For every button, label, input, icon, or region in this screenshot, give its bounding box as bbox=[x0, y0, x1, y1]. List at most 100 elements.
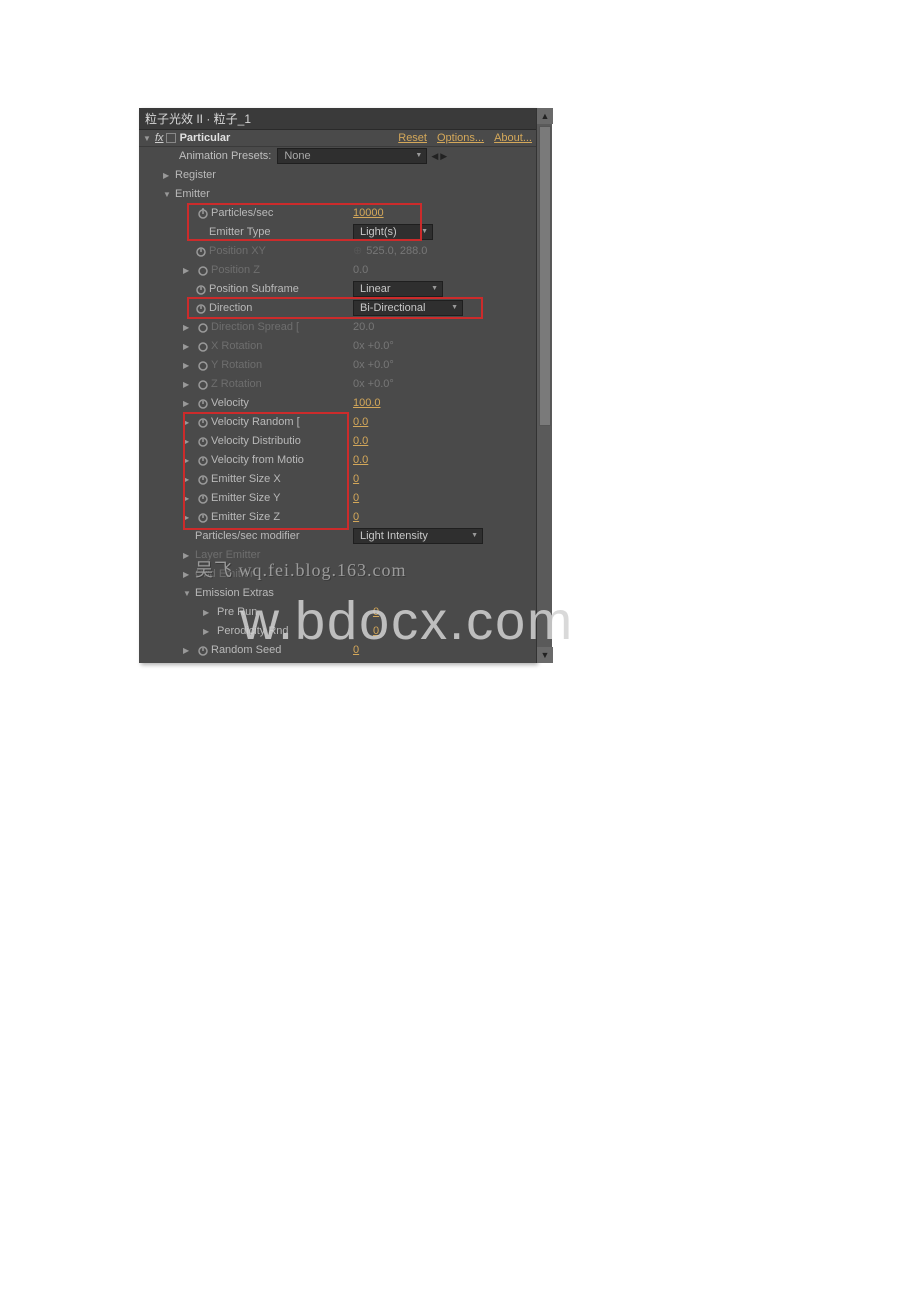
prop-value[interactable]: 0 bbox=[353, 511, 359, 523]
prop-label: Position XY bbox=[209, 245, 266, 257]
twirl-register[interactable] bbox=[163, 169, 173, 181]
twirl-icon bbox=[183, 340, 193, 352]
stopwatch-icon[interactable] bbox=[197, 473, 209, 485]
twirl-icon bbox=[183, 359, 193, 371]
twirl-icon[interactable] bbox=[183, 435, 193, 447]
emitter-type-row: Emitter Type Light(s) bbox=[139, 222, 536, 241]
twirl-icon[interactable] bbox=[183, 454, 193, 466]
scroll-thumb[interactable] bbox=[539, 126, 551, 426]
prop-label: Z Rotation bbox=[211, 378, 262, 390]
velocity-motion-row: Velocity from Motio 0.0 bbox=[139, 450, 536, 469]
scrollbar[interactable]: ▲ ▼ bbox=[536, 108, 552, 663]
stopwatch-icon[interactable] bbox=[197, 397, 209, 409]
velocity-row: Velocity 100.0 bbox=[139, 393, 536, 412]
emitter-label: Emitter bbox=[175, 188, 345, 200]
reset-link[interactable]: Reset bbox=[398, 132, 427, 144]
presets-label: Animation Presets: bbox=[179, 150, 271, 162]
prop-label: Position Z bbox=[211, 264, 260, 276]
register-row[interactable]: Register bbox=[139, 165, 536, 184]
stopwatch-icon[interactable] bbox=[195, 283, 207, 295]
prop-value[interactable]: 0.0 bbox=[353, 454, 368, 466]
twirl-icon bbox=[183, 568, 193, 580]
prop-label: Emitter Size X bbox=[211, 473, 281, 485]
effect-name: Particular bbox=[180, 132, 231, 144]
emitter-type-select[interactable]: Light(s) bbox=[353, 224, 433, 240]
prop-value[interactable]: 0.0 bbox=[353, 435, 368, 447]
twirl-effect[interactable] bbox=[143, 132, 153, 144]
position-subframe-row: Position Subframe Linear bbox=[139, 279, 536, 298]
stopwatch-icon[interactable] bbox=[197, 492, 209, 504]
x-rotation-row: X Rotation 0x +0.0° bbox=[139, 336, 536, 355]
stopwatch-icon bbox=[195, 245, 207, 257]
twirl-icon[interactable] bbox=[183, 492, 193, 504]
twirl-icon[interactable] bbox=[183, 473, 193, 485]
prop-value[interactable]: 0 bbox=[353, 492, 359, 504]
velocity-random-row: Velocity Random [ 0.0 bbox=[139, 412, 536, 431]
twirl-extras[interactable] bbox=[183, 587, 193, 599]
twirl-emitter[interactable] bbox=[163, 188, 173, 200]
watermark-big: w.bdocx.com bbox=[240, 590, 574, 652]
presets-value: None bbox=[284, 150, 310, 162]
animation-presets-row: Animation Presets: None ◀ ▶ bbox=[139, 147, 536, 165]
prop-value[interactable]: 0 bbox=[353, 473, 359, 485]
presets-select[interactable]: None bbox=[277, 148, 427, 164]
twirl-icon[interactable] bbox=[183, 644, 193, 656]
stopwatch-icon[interactable] bbox=[197, 454, 209, 466]
stopwatch-icon bbox=[197, 340, 209, 352]
select-value: Light(s) bbox=[360, 226, 397, 238]
twirl-icon bbox=[183, 549, 193, 561]
stopwatch-icon[interactable] bbox=[197, 435, 209, 447]
prop-label: Velocity Random [ bbox=[211, 416, 300, 428]
velocity-distrib-row: Velocity Distributio 0.0 bbox=[139, 431, 536, 450]
stopwatch-icon[interactable] bbox=[197, 644, 209, 656]
effect-toggle[interactable] bbox=[166, 133, 176, 143]
prop-label: Emitter Type bbox=[209, 226, 271, 238]
prop-label: Y Rotation bbox=[211, 359, 262, 371]
position-xy-value: 525.0, 288.0 bbox=[366, 245, 427, 257]
prop-label: Particles/sec bbox=[211, 207, 273, 219]
scroll-up-icon[interactable]: ▲ bbox=[537, 108, 553, 124]
options-link[interactable]: Options... bbox=[437, 132, 484, 144]
stopwatch-icon[interactable] bbox=[197, 416, 209, 428]
direction-select[interactable]: Bi-Directional bbox=[353, 300, 463, 316]
modifier-select[interactable]: Light Intensity bbox=[353, 528, 483, 544]
twirl-icon[interactable] bbox=[203, 606, 213, 618]
y-rotation-row: Y Rotation 0x +0.0° bbox=[139, 355, 536, 374]
prop-label: Emitter Size Z bbox=[211, 511, 280, 523]
prop-label: Emitter Size Y bbox=[211, 492, 281, 504]
modifier-row: Particles/sec modifier Light Intensity bbox=[139, 526, 536, 545]
position-subframe-select[interactable]: Linear bbox=[353, 281, 443, 297]
prop-value[interactable]: 0.0 bbox=[353, 416, 368, 428]
velocity-value[interactable]: 100.0 bbox=[353, 397, 381, 409]
prop-label: Velocity bbox=[211, 397, 249, 409]
watermark-small: 吴飞 wq.fei.blog.163.com bbox=[195, 556, 406, 582]
stopwatch-icon[interactable] bbox=[197, 511, 209, 523]
twirl-icon[interactable] bbox=[183, 397, 193, 409]
register-label: Register bbox=[175, 169, 345, 181]
prop-value: 0x +0.0° bbox=[353, 359, 394, 371]
twirl-icon[interactable] bbox=[183, 416, 193, 428]
twirl-icon[interactable] bbox=[183, 511, 193, 523]
select-value: Light Intensity bbox=[360, 530, 428, 542]
position-z-value: 0.0 bbox=[353, 264, 368, 276]
stopwatch-icon bbox=[197, 321, 209, 333]
emitter-row[interactable]: Emitter bbox=[139, 184, 536, 203]
about-link[interactable]: About... bbox=[494, 132, 532, 144]
select-value: Bi-Directional bbox=[360, 302, 425, 314]
preset-next-icon[interactable]: ▶ bbox=[440, 151, 447, 162]
direction-spread-row: Direction Spread [ 20.0 bbox=[139, 317, 536, 336]
twirl-icon bbox=[183, 264, 193, 276]
position-xy-row: Position XY ⊕ 525.0, 288.0 bbox=[139, 241, 536, 260]
prop-label: Direction Spread [ bbox=[211, 321, 299, 333]
twirl-icon[interactable] bbox=[203, 625, 213, 637]
stopwatch-icon[interactable] bbox=[195, 302, 207, 314]
stopwatch-icon bbox=[197, 359, 209, 371]
stopwatch-icon[interactable] bbox=[197, 207, 209, 219]
stopwatch-icon bbox=[197, 264, 209, 276]
effect-header: fx Particular Reset Options... About... bbox=[139, 130, 536, 147]
prop-label: Direction bbox=[209, 302, 252, 314]
stopwatch-icon bbox=[197, 378, 209, 390]
preset-prev-icon[interactable]: ◀ bbox=[431, 151, 438, 162]
z-rotation-row: Z Rotation 0x +0.0° bbox=[139, 374, 536, 393]
particles-sec-value[interactable]: 10000 bbox=[353, 207, 384, 219]
